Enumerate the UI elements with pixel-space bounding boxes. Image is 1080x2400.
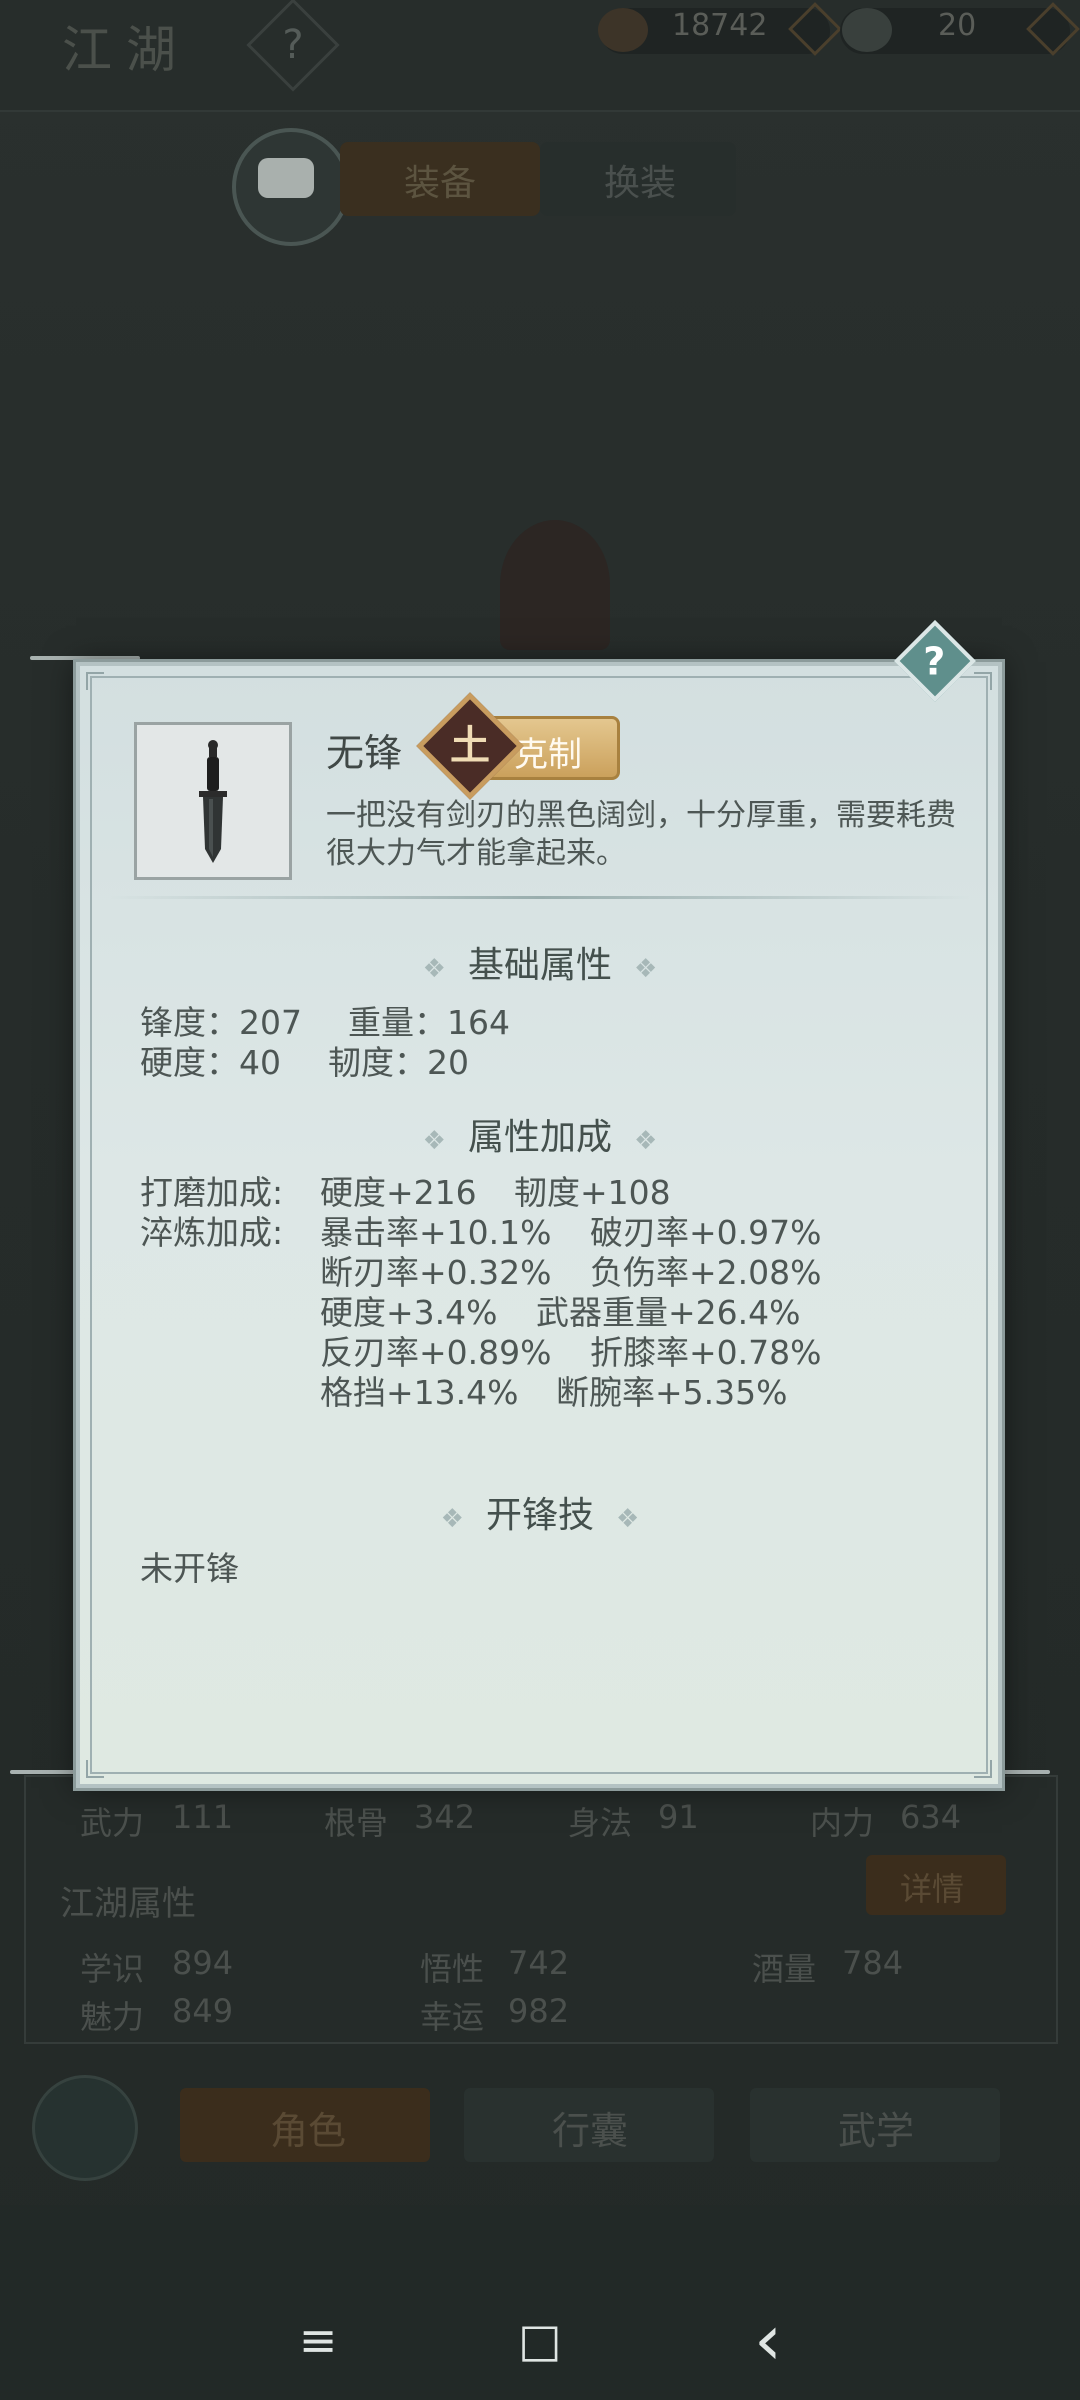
back-icon[interactable]: ‹ [728, 2300, 808, 2380]
jianghu-stats-title: 江湖属性 [60, 1884, 196, 1924]
ingot-icon [842, 8, 892, 52]
nav-martial-label: 武学 [838, 2109, 915, 2153]
ornament-icon: ❖ [634, 1126, 658, 1156]
corner-ornament [974, 672, 992, 690]
detail-button-label: 详情 [900, 1870, 965, 1908]
edge-skill-value: 未开锋 [140, 1549, 239, 1588]
basic-attributes-title: 基础属性 [467, 945, 612, 986]
stat-wuli-label: 武力 [80, 1804, 145, 1842]
sword-icon [199, 740, 227, 863]
coin-value: 18742 [672, 8, 768, 43]
cloud-decoration [30, 656, 140, 660]
stat-xingyun-value: 982 [508, 1992, 570, 2030]
stat-meili-value: 849 [172, 1992, 234, 2030]
counter-label: 克制 [514, 735, 582, 775]
edge-skill-title: 开锋技 [485, 1495, 594, 1536]
ornament-icon: ❖ [616, 1504, 640, 1534]
home-icon[interactable]: □ [500, 2300, 580, 2380]
character-portrait [500, 520, 610, 650]
ornament-icon: ❖ [634, 954, 658, 984]
screen-title: 江湖 [62, 21, 190, 79]
back-arrow-icon[interactable] [32, 2075, 138, 2181]
tab-outfit-label: 换装 [604, 163, 677, 204]
top-bar: 江湖 ? 18742 20 [0, 0, 1080, 112]
stat-neili-value: 634 [900, 1798, 962, 1836]
temper-bonus-label: 淬炼加成: [140, 1213, 284, 1252]
ingot-value: 20 [938, 8, 977, 43]
stat-xingyun-label: 幸运 [420, 1998, 485, 2036]
stat-jiuliang-value: 784 [842, 1944, 904, 1982]
stat-wuxing-value: 742 [508, 1944, 570, 1982]
chat-icon[interactable] [232, 128, 350, 246]
corner-ornament [86, 1760, 104, 1778]
corner-ornament [974, 1760, 992, 1778]
temper-bonus-value: 格挡+13.4% [320, 1373, 519, 1412]
stat-wuxing-label: 悟性 [420, 1950, 485, 1988]
nav-role-label: 角色 [270, 2109, 347, 2153]
corner-ornament [86, 672, 104, 690]
bonus-attributes-title: 属性加成 [467, 1117, 612, 1158]
bonus-attributes-header: ❖ 属性加成 ❖ [0, 1108, 1080, 1160]
menu-icon[interactable]: ≡ [278, 2300, 358, 2380]
stat-meili-label: 魅力 [80, 1998, 145, 2036]
stat-xueshi-label: 学识 [80, 1950, 145, 1988]
stat-shenfa-label: 身法 [568, 1804, 633, 1842]
stat-gengu-value: 342 [414, 1798, 476, 1836]
ornament-icon: ❖ [422, 954, 446, 984]
stat-neili-label: 内力 [810, 1804, 875, 1842]
help-icon-glyph: ? [923, 639, 946, 684]
stat-gengu-label: 根骨 [324, 1804, 389, 1842]
stat-xueshi-value: 894 [172, 1944, 234, 1982]
edge-skill-header: ❖ 开锋技 ❖ [0, 1486, 1080, 1538]
ornament-icon: ❖ [422, 1126, 446, 1156]
temper-bonus-value: 断腕率+5.35% [556, 1373, 788, 1412]
stat-toughness: 韧度：20 [328, 1043, 469, 1082]
stat-hardness: 硬度：40 [140, 1043, 281, 1082]
item-icon-frame [134, 722, 292, 880]
stat-jiuliang-label: 酒量 [752, 1950, 817, 1988]
coin-icon [598, 8, 648, 52]
basic-attributes-header: ❖ 基础属性 ❖ [0, 936, 1080, 988]
stat-shenfa-value: 91 [658, 1798, 699, 1836]
tab-equip-label: 装备 [404, 163, 477, 204]
nav-bag-label: 行囊 [552, 2109, 629, 2153]
element-glyph: 土 [450, 723, 490, 769]
ornament-icon: ❖ [440, 1504, 464, 1534]
stat-wuli-value: 111 [172, 1798, 234, 1836]
help-icon[interactable]: ? [246, 0, 340, 92]
item-name: 无锋 [326, 731, 403, 775]
item-description: 一把没有剑刃的黑色阔剑，十分厚重，需要耗费很大力气才能拿起来。 [326, 798, 956, 871]
divider [110, 896, 970, 899]
